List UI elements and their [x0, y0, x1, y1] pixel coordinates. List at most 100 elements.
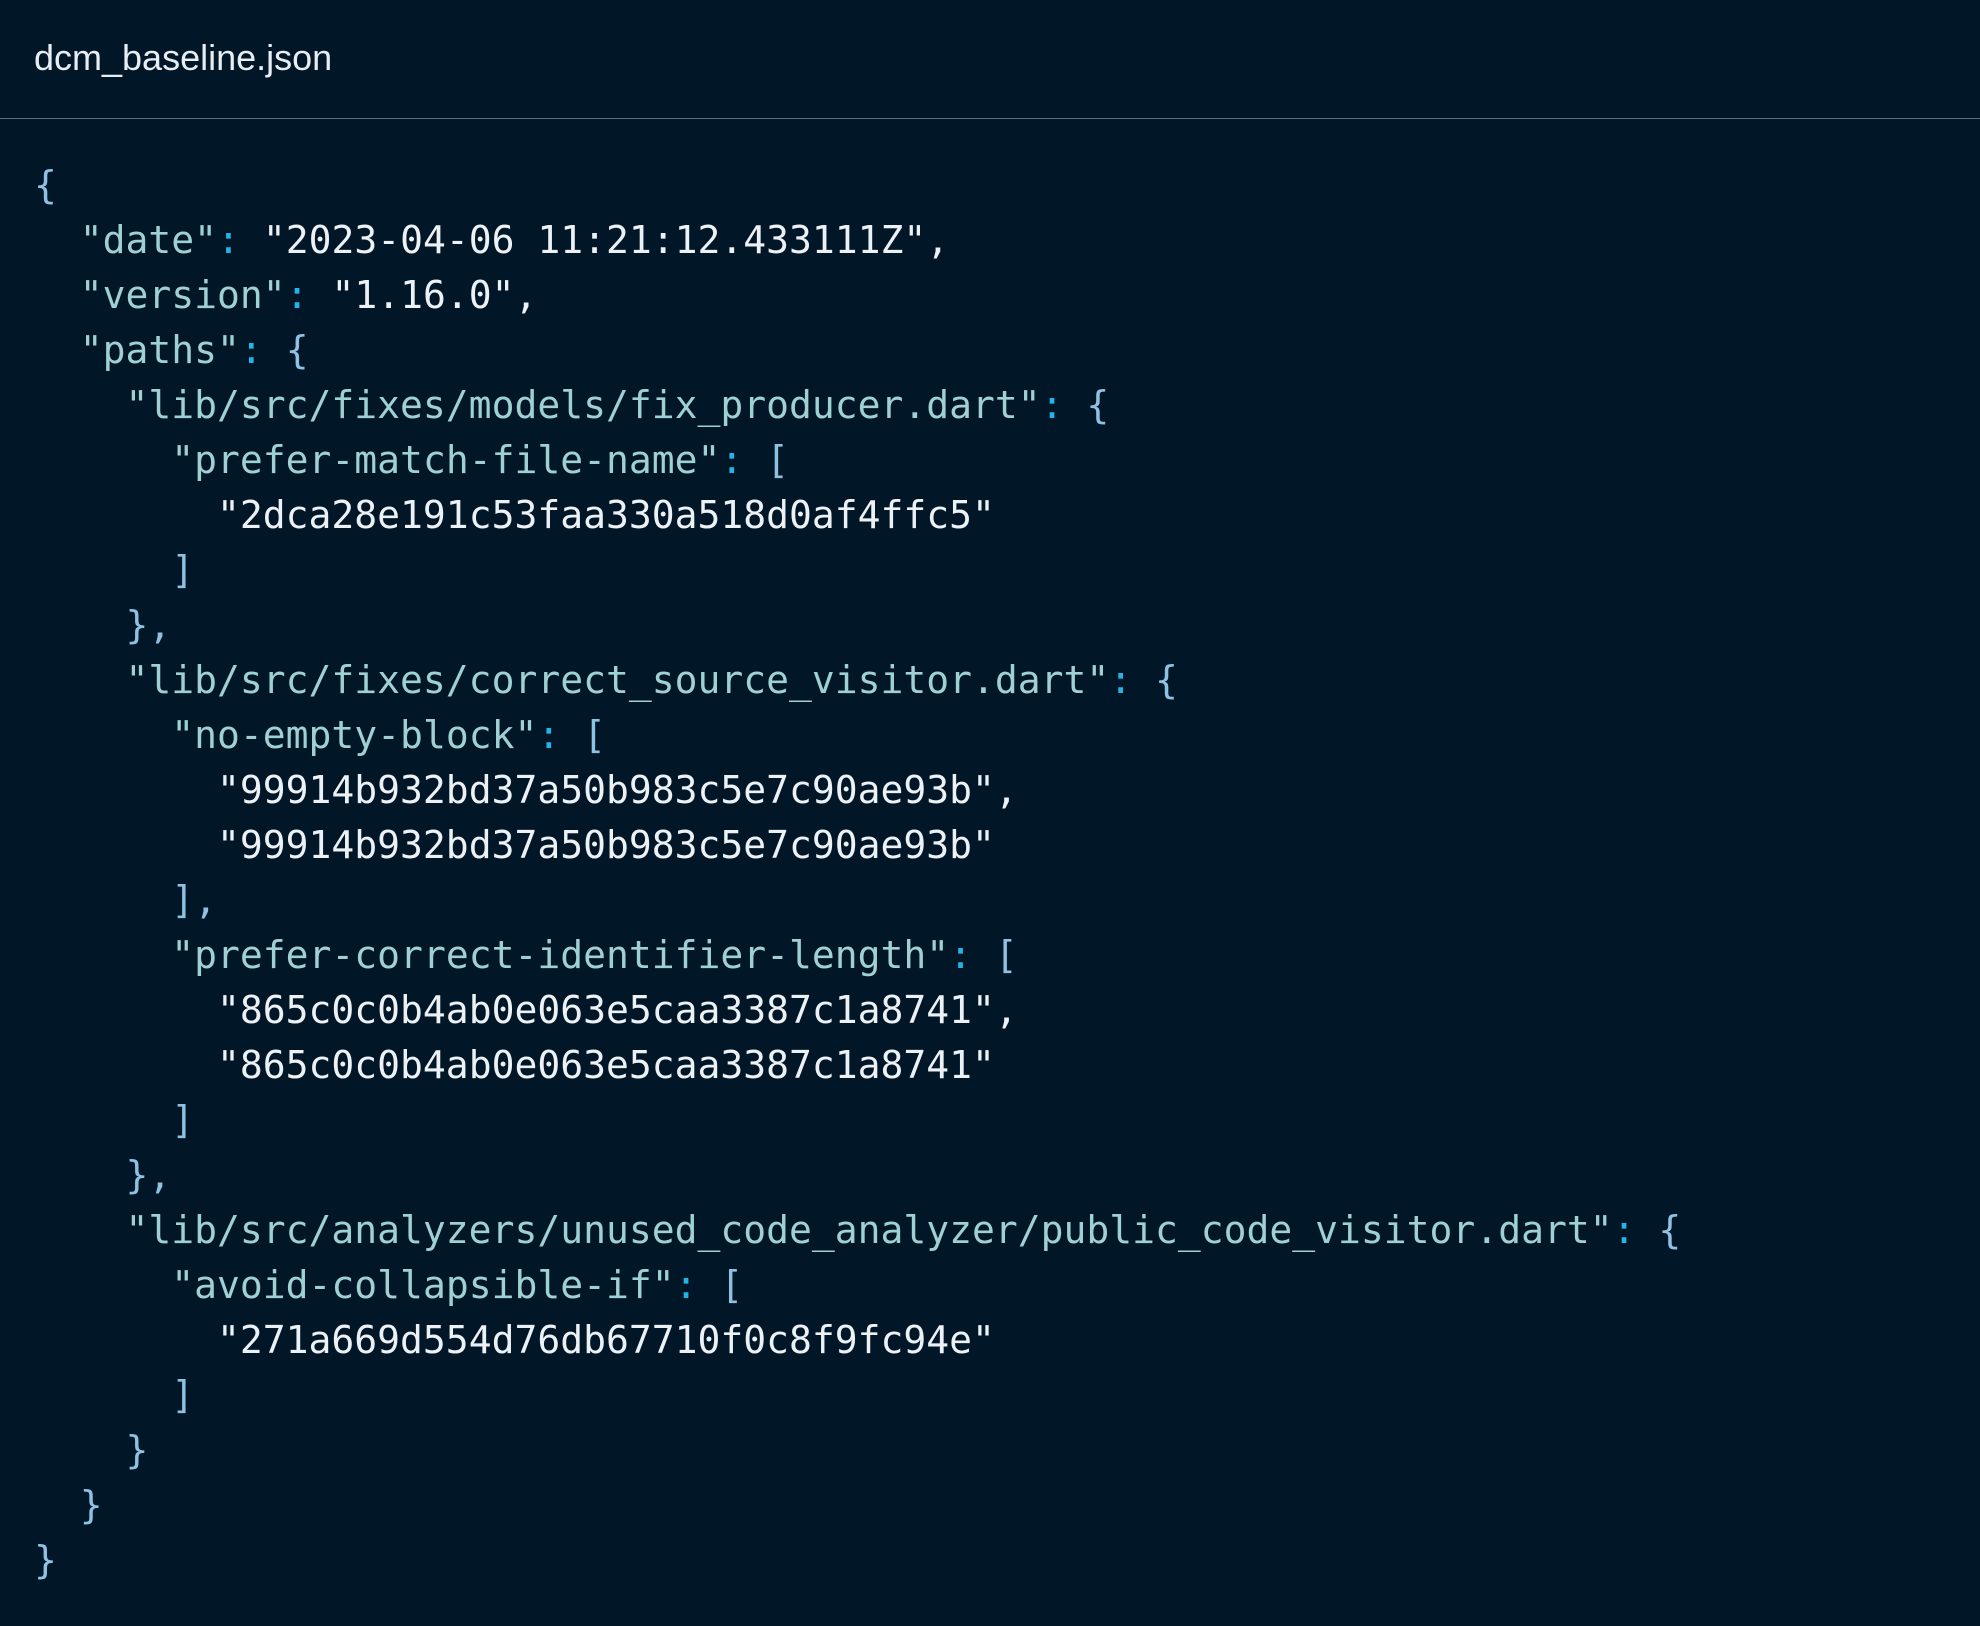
json-string: , — [926, 218, 950, 262]
json-punctuation: ], — [171, 878, 218, 922]
json-colon: : — [1040, 383, 1087, 427]
code-line: "prefer-match-file-name": [ — [34, 433, 1681, 488]
code-line: ] — [34, 543, 1681, 598]
json-colon: : — [239, 328, 286, 372]
json-punctuation: [ — [766, 438, 790, 482]
json-key: "avoid-collapsible-if" — [171, 1263, 675, 1307]
json-string: , — [514, 273, 538, 317]
json-colon: : — [1612, 1208, 1659, 1252]
code-line: ] — [34, 1093, 1681, 1148]
file-name: dcm_baseline.json — [34, 37, 333, 78]
code-line: "avoid-collapsible-if": [ — [34, 1258, 1681, 1313]
json-string: "2023-04-06 11:21:12.433111Z" — [262, 218, 927, 262]
json-key: "lib/src/analyzers/unused_code_analyzer/… — [125, 1208, 1613, 1252]
json-colon: : — [720, 438, 767, 482]
json-punctuation: ] — [171, 1098, 195, 1142]
code-line: "99914b932bd37a50b983c5e7c90ae93b", — [34, 763, 1681, 818]
json-key: "no-empty-block" — [171, 713, 538, 757]
json-punctuation: } — [34, 1538, 57, 1582]
json-key: "paths" — [79, 328, 240, 372]
json-string: , — [994, 768, 1018, 812]
json-colon: : — [1109, 658, 1156, 702]
code-line: "prefer-correct-identifier-length": [ — [34, 928, 1681, 983]
json-punctuation: ] — [171, 1373, 195, 1417]
json-string: "271a669d554d76db67710f0c8f9fc94e" — [217, 1318, 995, 1362]
code-line: "date": "2023-04-06 11:21:12.433111Z", — [34, 213, 1681, 268]
code-line: "2dca28e191c53faa330a518d0af4ffc5" — [34, 488, 1681, 543]
code-line: }, — [34, 1148, 1681, 1203]
json-colon: : — [285, 273, 332, 317]
json-punctuation: { — [1086, 383, 1110, 427]
code-line: "lib/src/fixes/models/fix_producer.dart"… — [34, 378, 1681, 433]
json-punctuation: { — [34, 163, 57, 207]
code-line: "no-empty-block": [ — [34, 708, 1681, 763]
json-punctuation: } — [125, 1428, 149, 1472]
json-string: "2dca28e191c53faa330a518d0af4ffc5" — [217, 493, 995, 537]
json-colon: : — [674, 1263, 721, 1307]
code-line: } — [34, 1423, 1681, 1478]
json-string: "99914b932bd37a50b983c5e7c90ae93b" — [217, 823, 995, 867]
json-colon: : — [949, 933, 995, 977]
json-colon: : — [537, 713, 584, 757]
json-key: "lib/src/fixes/correct_source_visitor.da… — [125, 658, 1110, 702]
file-header: dcm_baseline.json — [0, 0, 1980, 119]
code-line: } — [34, 1478, 1681, 1533]
code-line: "99914b932bd37a50b983c5e7c90ae93b" — [34, 818, 1681, 873]
json-punctuation: [ — [994, 933, 1018, 977]
json-colon: : — [217, 218, 263, 262]
json-punctuation: { — [285, 328, 309, 372]
json-string: "99914b932bd37a50b983c5e7c90ae93b" — [217, 768, 995, 812]
json-key: "version" — [79, 273, 286, 317]
json-string: , — [994, 988, 1018, 1032]
code-line: "paths": { — [34, 323, 1681, 378]
code-line: ], — [34, 873, 1681, 928]
json-punctuation: [ — [720, 1263, 744, 1307]
json-string: "1.16.0" — [331, 273, 515, 317]
json-key: "prefer-match-file-name" — [171, 438, 721, 482]
code-line: "lib/src/analyzers/unused_code_analyzer/… — [34, 1203, 1682, 1258]
code-line: "271a669d554d76db67710f0c8f9fc94e" — [34, 1313, 1681, 1368]
code-line: }, — [34, 598, 1681, 653]
code-line: "865c0c0b4ab0e063e5caa3387c1a8741", — [34, 983, 1681, 1038]
json-punctuation: }, — [125, 1153, 172, 1197]
json-punctuation: { — [1155, 658, 1178, 702]
json-punctuation: [ — [583, 713, 606, 757]
json-key: "date" — [79, 218, 218, 262]
json-key: "lib/src/fixes/models/fix_producer.dart" — [125, 383, 1041, 427]
json-string: "865c0c0b4ab0e063e5caa3387c1a8741" — [217, 1043, 995, 1087]
json-string: "865c0c0b4ab0e063e5caa3387c1a8741" — [217, 988, 995, 1032]
code-line: } — [34, 1533, 1681, 1588]
code-block: { "date": "2023-04-06 11:21:12.433111Z",… — [34, 158, 1681, 1588]
code-line: "lib/src/fixes/correct_source_visitor.da… — [34, 653, 1681, 708]
json-punctuation: { — [1658, 1208, 1682, 1252]
code-line: "version": "1.16.0", — [34, 268, 1681, 323]
code-line: { — [34, 158, 1681, 213]
code-line: ] — [34, 1368, 1681, 1423]
json-punctuation: ] — [171, 548, 195, 592]
json-punctuation: } — [79, 1483, 103, 1527]
